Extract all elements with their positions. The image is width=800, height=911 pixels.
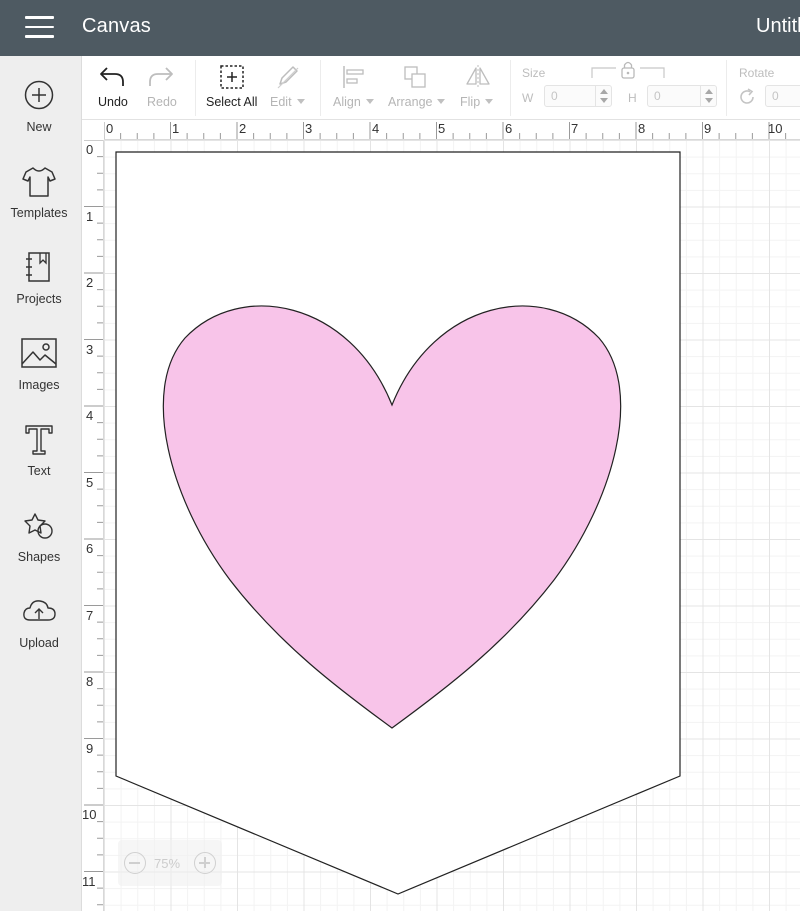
sidebar-item-label: Text xyxy=(27,464,51,478)
ruler-label: 2 xyxy=(239,121,247,136)
select-all-icon xyxy=(220,65,244,89)
ruler-label: 6 xyxy=(505,121,513,136)
ruler-label: 1 xyxy=(172,121,180,136)
notebook-icon xyxy=(26,252,50,282)
arrange-icon xyxy=(404,66,426,88)
ruler-label: 4 xyxy=(86,408,94,423)
rotate-label: Rotate xyxy=(739,66,775,80)
sidebar-item-projects[interactable]: Projects xyxy=(0,252,82,332)
ruler-corner xyxy=(82,120,104,140)
ruler-label: 7 xyxy=(86,608,94,623)
size-label: Size xyxy=(522,66,546,80)
sidebar-item-new[interactable]: New xyxy=(0,80,82,160)
rotate-input[interactable]: 0 xyxy=(765,85,800,107)
ruler-label: 9 xyxy=(86,741,94,756)
select-all-label: Select All xyxy=(206,95,258,109)
ruler-label: 6 xyxy=(86,541,94,556)
toolbar-divider xyxy=(726,60,727,116)
ruler-label: 1 xyxy=(86,209,94,224)
sidebar-item-upload[interactable]: Upload xyxy=(0,596,82,676)
top-ruler: 0 1 2 3 4 5 6 7 8 9 10 xyxy=(82,120,800,140)
ruler-label: 9 xyxy=(704,121,712,136)
edit-toolbar: Undo Redo Select All Edit Align Arrange … xyxy=(82,56,800,120)
ruler-label: 0 xyxy=(86,142,94,157)
sidebar-item-shapes[interactable]: Shapes xyxy=(0,510,82,590)
left-ruler: 0 1 2 3 4 5 6 7 8 9 10 11 xyxy=(82,140,104,911)
shapes-icon xyxy=(24,513,53,539)
undo-button[interactable]: Undo xyxy=(92,56,136,120)
arrange-label: Arrange xyxy=(388,95,446,109)
edit-dropdown[interactable]: Edit xyxy=(268,56,314,120)
undo-label: Undo xyxy=(98,95,128,109)
ruler-label: 2 xyxy=(86,275,94,290)
ruler-label: 10 xyxy=(768,121,783,136)
left-sidebar: New Templates Projects Images Text Shape… xyxy=(0,56,82,911)
sidebar-item-text[interactable]: Text xyxy=(0,424,82,504)
toolbar-divider xyxy=(510,60,511,116)
ruler-label: 0 xyxy=(106,121,114,136)
tshirt-icon xyxy=(22,167,56,197)
zoom-in-button[interactable] xyxy=(194,852,216,874)
ruler-label: 4 xyxy=(372,121,380,136)
flip-dropdown[interactable]: Flip xyxy=(458,56,502,120)
ruler-label: 10 xyxy=(82,807,97,822)
cloud-upload-icon xyxy=(23,600,56,621)
ruler-label: 5 xyxy=(86,475,94,490)
sidebar-item-images[interactable]: Images xyxy=(0,338,82,418)
height-label: H xyxy=(628,91,637,105)
redo-label: Redo xyxy=(147,95,177,109)
sidebar-item-label: Shapes xyxy=(17,550,61,564)
height-stepper[interactable] xyxy=(700,85,716,107)
toolbar-divider xyxy=(320,60,321,116)
sidebar-item-label: Templates xyxy=(10,206,68,220)
sidebar-item-label: Projects xyxy=(16,292,62,306)
top-header: Canvas Untitled xyxy=(0,0,800,56)
zoom-control: 75% xyxy=(118,840,222,886)
arrange-dropdown[interactable]: Arrange xyxy=(386,56,450,120)
sidebar-item-templates[interactable]: Templates xyxy=(0,166,82,246)
ruler-label: 7 xyxy=(571,121,579,136)
align-label: Align xyxy=(333,95,374,109)
ruler-label: 11 xyxy=(82,874,96,889)
hamburger-menu-icon[interactable] xyxy=(25,16,54,38)
zoom-level: 75% xyxy=(154,856,181,871)
sidebar-item-label: Images xyxy=(18,378,60,392)
plus-circle-icon xyxy=(24,80,54,110)
edit-pencil-icon xyxy=(277,66,299,89)
ruler-label: 3 xyxy=(86,342,94,357)
flip-icon xyxy=(466,65,490,88)
text-T-icon xyxy=(25,425,53,455)
align-dropdown[interactable]: Align xyxy=(330,56,380,120)
redo-icon xyxy=(149,67,173,86)
picture-icon xyxy=(21,338,57,368)
flip-label: Flip xyxy=(460,95,494,109)
align-left-icon xyxy=(343,66,364,88)
sidebar-item-label: Upload xyxy=(19,636,59,650)
redo-button[interactable]: Redo xyxy=(142,56,186,120)
ruler-label: 8 xyxy=(86,674,94,689)
zoom-out-button[interactable] xyxy=(124,852,146,874)
ruler-label: 5 xyxy=(438,121,446,136)
sidebar-item-label: New xyxy=(26,120,52,134)
undo-icon xyxy=(100,67,124,86)
rotate-icon xyxy=(740,88,754,104)
ruler-label: 8 xyxy=(638,121,646,136)
app-title: Canvas xyxy=(82,15,152,37)
left-ruler-ticks xyxy=(84,140,103,906)
lock-proportions-icon[interactable] xyxy=(590,60,666,80)
width-stepper[interactable] xyxy=(595,85,611,107)
ruler-label: 3 xyxy=(305,121,313,136)
toolbar-divider xyxy=(195,60,196,116)
width-label: W xyxy=(522,91,534,105)
project-title[interactable]: Untitled xyxy=(756,15,800,38)
edit-label: Edit xyxy=(270,95,305,109)
select-all-button[interactable]: Select All xyxy=(202,56,264,120)
